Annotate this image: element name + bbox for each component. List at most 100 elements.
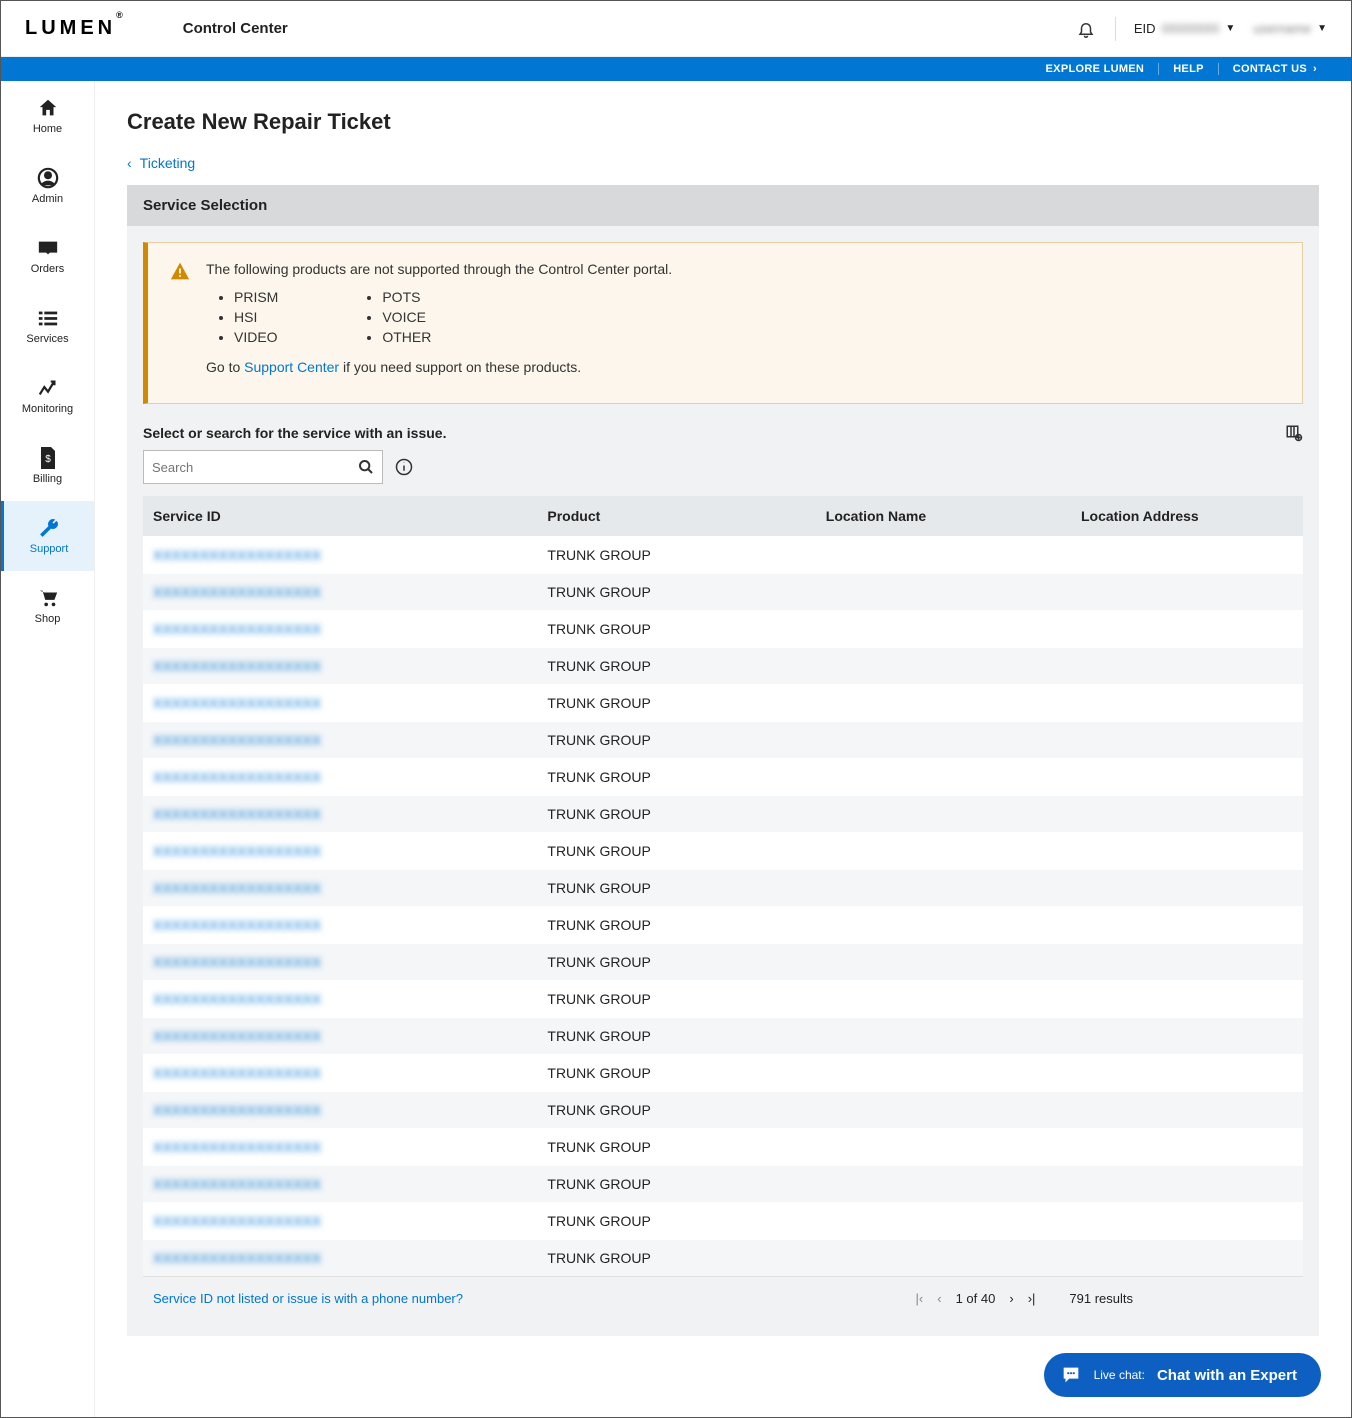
- table-row[interactable]: XXXXXXXXXXXXXXXXXXTRUNK GROUP: [143, 1129, 1303, 1166]
- page-last-icon[interactable]: ›|: [1028, 1291, 1036, 1306]
- nav-monitoring[interactable]: Monitoring: [1, 361, 94, 431]
- table-row[interactable]: XXXXXXXXXXXXXXXXXXTRUNK GROUP: [143, 574, 1303, 611]
- table-row[interactable]: XXXXXXXXXXXXXXXXXX TRUNK GROUP: [143, 1092, 1303, 1129]
- chevron-down-icon: ▼: [1317, 23, 1327, 34]
- brand-text: LUMEN: [25, 17, 116, 39]
- col-location-address[interactable]: Location Address: [1071, 496, 1303, 537]
- nav-shop[interactable]: Shop: [1, 571, 94, 641]
- table-row[interactable]: XXXXXXXXXXXXXXXXXX TRUNK GROUP: [143, 981, 1303, 1018]
- service-id-link[interactable]: XXXXXXXXXXXXXXXXXX: [153, 843, 321, 859]
- alert-lists: PRISM HSI VIDEO POTS VOICE OTHER: [206, 287, 672, 347]
- service-id-link[interactable]: XXXXXXXXXXXXXXXXXX: [153, 584, 321, 600]
- service-id-link[interactable]: XXXXXXXXXXXXXXXXXX: [153, 695, 321, 711]
- page-next-icon[interactable]: ›: [1009, 1291, 1013, 1306]
- service-id-link[interactable]: XXXXXXXXXXXXXXXXXX: [153, 732, 321, 748]
- cell-product: TRUNK GROUP: [537, 833, 815, 870]
- user-name: username: [1253, 21, 1311, 36]
- cell-location-name: [816, 981, 1071, 1018]
- service-not-listed-link[interactable]: Service ID not listed or issue is with a…: [153, 1291, 463, 1306]
- table-row[interactable]: XXXXXXXXXXXXXXXXXX TRUNK GROUP: [143, 907, 1303, 944]
- support-center-link[interactable]: Support Center: [244, 359, 339, 375]
- chat-button[interactable]: Live chat: Chat with an Expert: [1044, 1353, 1321, 1397]
- table-row[interactable]: XXXXXXXXXXXXXXXXXXTRUNK GROUP: [143, 870, 1303, 907]
- cell-product: TRUNK GROUP: [537, 1018, 815, 1055]
- nav-orders[interactable]: Orders: [1, 221, 94, 291]
- page-first-icon[interactable]: |‹: [916, 1291, 924, 1306]
- service-id-link[interactable]: XXXXXXXXXXXXXXXXXX: [153, 658, 321, 674]
- nav-support[interactable]: Support: [1, 501, 94, 571]
- eid-label: EID: [1134, 21, 1156, 36]
- service-id-link[interactable]: XXXXXXXXXXXXXXXXXX: [153, 880, 321, 896]
- page-prev-icon[interactable]: ‹: [937, 1291, 941, 1306]
- service-id-link[interactable]: XXXXXXXXXXXXXXXXXX: [153, 1139, 321, 1155]
- col-product[interactable]: Product: [537, 496, 815, 537]
- cell-product: TRUNK GROUP: [537, 981, 815, 1018]
- cell-location-address: [1071, 648, 1303, 685]
- cell-location-address: [1071, 833, 1303, 870]
- column-settings-icon[interactable]: [1285, 424, 1303, 442]
- service-id-link[interactable]: XXXXXXXXXXXXXXXXXX: [153, 917, 321, 933]
- service-id-link[interactable]: XXXXXXXXXXXXXXXXXX: [153, 769, 321, 785]
- cell-location-address: [1071, 722, 1303, 759]
- cell-product: TRUNK GROUP: [537, 1055, 815, 1092]
- cell-location-name: [816, 574, 1071, 611]
- table-row[interactable]: XXXXXXXXXXXXXXXXXX TRUNK GROUP: [143, 1018, 1303, 1055]
- cell-location-name: [816, 833, 1071, 870]
- service-id-link[interactable]: XXXXXXXXXXXXXXXXXX: [153, 1250, 321, 1266]
- inbox-icon: [37, 237, 59, 259]
- service-id-link[interactable]: XXXXXXXXXXXXXXXXXX: [153, 991, 321, 1007]
- table-row[interactable]: XXXXXXXXXXXXXXXXXX TRUNK GROUP: [143, 1055, 1303, 1092]
- alert-item: VIDEO: [234, 327, 278, 347]
- user-dropdown[interactable]: username ▼: [1253, 21, 1327, 36]
- table-row[interactable]: XXXXXXXXXXXXXXXXXXTRUNK GROUP: [143, 759, 1303, 796]
- breadcrumb-back[interactable]: ‹ Ticketing: [127, 155, 1319, 171]
- service-id-link[interactable]: XXXXXXXXXXXXXXXXXX: [153, 806, 321, 822]
- table-row[interactable]: XXXXXXXXXXXXXXXXXX TRUNK GROUP: [143, 685, 1303, 722]
- cell-product: TRUNK GROUP: [537, 1092, 815, 1129]
- service-id-link[interactable]: XXXXXXXXXXXXXXXXXX: [153, 1028, 321, 1044]
- table-row[interactable]: XXXXXXXXXXXXXXXXXXTRUNK GROUP: [143, 1203, 1303, 1240]
- cell-location-address: [1071, 907, 1303, 944]
- nav-home[interactable]: Home: [1, 81, 94, 151]
- table-row[interactable]: XXXXXXXXXXXXXXXXXXTRUNK GROUP: [143, 648, 1303, 685]
- search-input[interactable]: [152, 460, 358, 475]
- cell-location-address: [1071, 796, 1303, 833]
- cell-product: TRUNK GROUP: [537, 907, 815, 944]
- nav-billing[interactable]: $ Billing: [1, 431, 94, 501]
- service-id-link[interactable]: XXXXXXXXXXXXXXXXXX: [153, 954, 321, 970]
- service-id-link[interactable]: XXXXXXXXXXXXXXXXXX: [153, 1065, 321, 1081]
- document-icon: $: [37, 447, 59, 469]
- link-contact[interactable]: CONTACT US ›: [1218, 63, 1331, 75]
- table-row[interactable]: XXXXXXXXXXXXXXXXXXTRUNK GROUP: [143, 796, 1303, 833]
- table-row[interactable]: XXXXXXXXXXXXXXXXXXTRUNK GROUP: [143, 1240, 1303, 1277]
- bell-icon[interactable]: [1075, 18, 1097, 40]
- nav-orders-label: Orders: [31, 263, 65, 275]
- nav-admin[interactable]: Admin: [1, 151, 94, 221]
- cart-icon: [37, 587, 59, 609]
- search-icon[interactable]: [358, 459, 374, 475]
- service-id-link[interactable]: XXXXXXXXXXXXXXXXXX: [153, 1102, 321, 1118]
- table-row[interactable]: XXXXXXXXXXXXXXXXXXTRUNK GROUP: [143, 944, 1303, 981]
- info-icon[interactable]: [395, 458, 413, 476]
- cell-location-address: [1071, 1203, 1303, 1240]
- service-id-link[interactable]: XXXXXXXXXXXXXXXXXX: [153, 1213, 321, 1229]
- service-id-link[interactable]: XXXXXXXXXXXXXXXXXX: [153, 1176, 321, 1192]
- nav-services[interactable]: Services: [1, 291, 94, 361]
- eid-dropdown[interactable]: EID 00000000 ▼: [1134, 21, 1235, 36]
- table-row[interactable]: XXXXXXXXXXXXXXXXXXTRUNK GROUP: [143, 1166, 1303, 1203]
- table-row[interactable]: XXXXXXXXXXXXXXXXXXTRUNK GROUP: [143, 611, 1303, 648]
- service-id-link[interactable]: XXXXXXXXXXXXXXXXXX: [153, 621, 321, 637]
- panel-title: Service Selection: [127, 185, 1319, 226]
- warning-icon: [170, 261, 190, 385]
- page-indicator: 1 of 40: [956, 1291, 996, 1306]
- table-row[interactable]: XXXXXXXXXXXXXXXXXXTRUNK GROUP: [143, 537, 1303, 574]
- cell-product: TRUNK GROUP: [537, 685, 815, 722]
- table-row[interactable]: XXXXXXXXXXXXXXXXXXTRUNK GROUP: [143, 722, 1303, 759]
- service-id-link[interactable]: XXXXXXXXXXXXXXXXXX: [153, 547, 321, 563]
- cell-location-address: [1071, 1129, 1303, 1166]
- link-help[interactable]: HELP: [1158, 63, 1218, 75]
- col-location-name[interactable]: Location Name: [816, 496, 1071, 537]
- col-service-id[interactable]: Service ID: [143, 496, 537, 537]
- table-row[interactable]: XXXXXXXXXXXXXXXXXX TRUNK GROUP: [143, 833, 1303, 870]
- link-explore[interactable]: EXPLORE LUMEN: [1032, 63, 1159, 75]
